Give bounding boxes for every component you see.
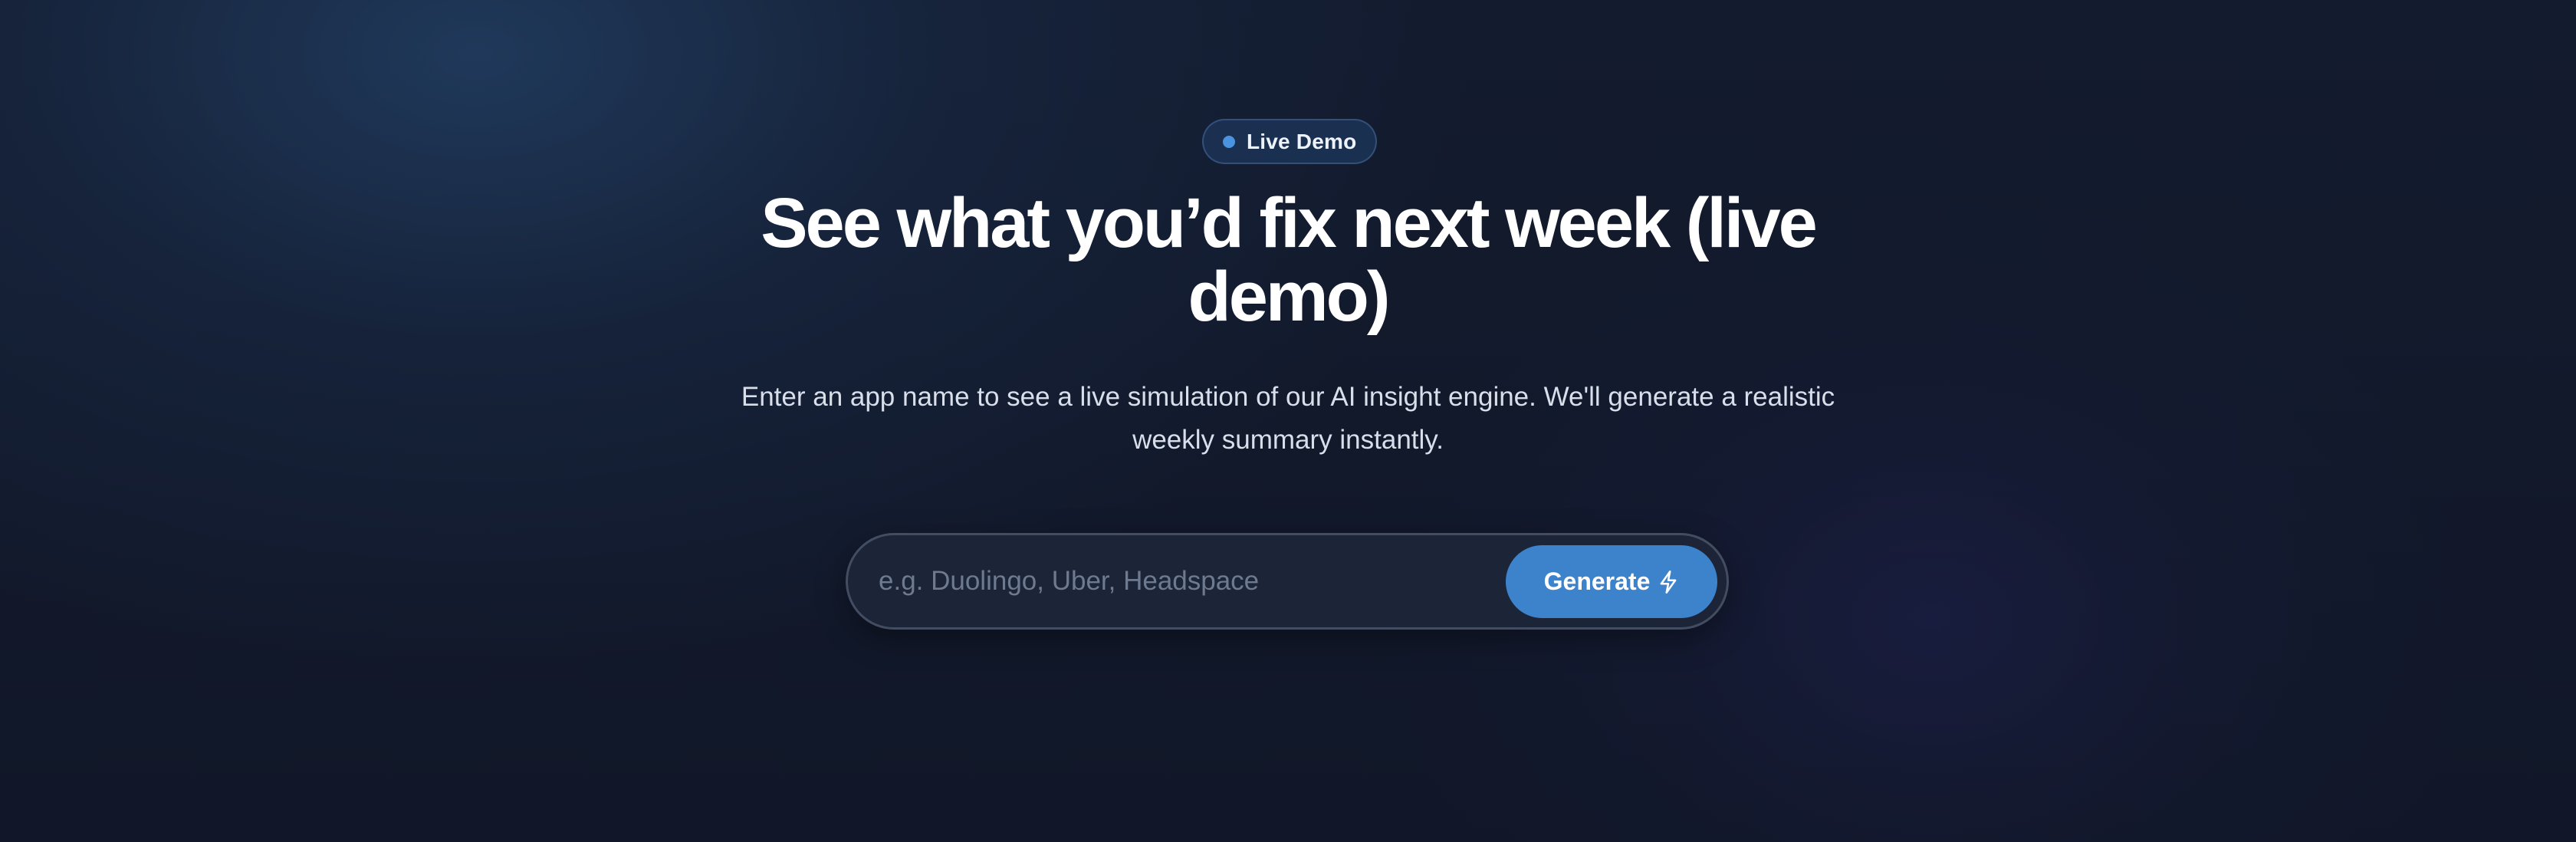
lightning-bolt-icon	[1660, 570, 1677, 594]
generate-button[interactable]: Generate	[1506, 545, 1717, 618]
app-name-input[interactable]	[879, 554, 1553, 609]
page-subtitle: Enter an app name to see a live simulati…	[741, 382, 1835, 455]
live-demo-badge: Live Demo	[1202, 119, 1378, 164]
app-name-form: Generate	[846, 533, 1729, 630]
badge-label: Live Demo	[1247, 129, 1357, 153]
demo-hero-section: Live Demo See what you’d fix next week (…	[0, 0, 2576, 842]
status-dot-icon	[1223, 135, 1235, 148]
page-title: See what you’d fix next week (live demo)	[761, 184, 1818, 336]
generate-button-label: Generate	[1543, 567, 1651, 595]
